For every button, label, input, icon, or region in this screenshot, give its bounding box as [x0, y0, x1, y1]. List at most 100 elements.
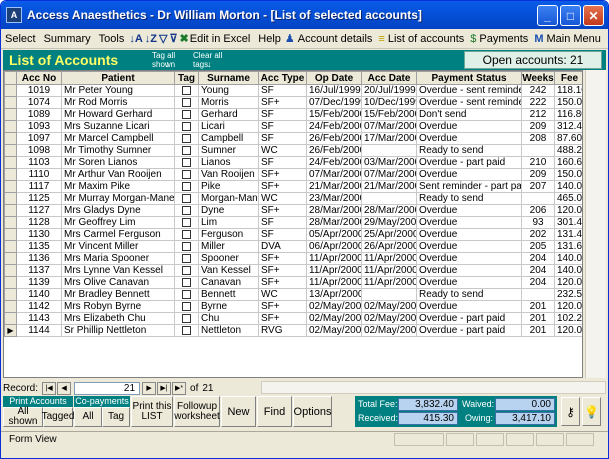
column-header[interactable]: Acc Date: [361, 71, 417, 85]
next-record-button[interactable]: ▶: [142, 381, 157, 395]
tag-cell[interactable]: [174, 252, 199, 265]
table-row[interactable]: 1098 Mr Timothy Sumner Sumner WC 26/Feb/2000…: [4, 144, 582, 157]
table-row[interactable]: 1019 Mr Peter Young Young SF 16/Jul/1999 20/J…: [4, 84, 582, 97]
accounts-table[interactable]: Acc No Patient Tag Surname Acc Type Op D…: [3, 70, 583, 378]
menu-tools[interactable]: Tools: [95, 33, 129, 45]
row-selector[interactable]: [4, 168, 17, 181]
options-button[interactable]: Options: [293, 396, 332, 427]
table-row[interactable]: 1130 Mrs Carmel Ferguson Ferguson SF 05/Apr/…: [4, 228, 582, 241]
vertical-scrollbar[interactable]: [585, 70, 606, 378]
tag-cell[interactable]: [174, 204, 199, 217]
row-selector[interactable]: [4, 252, 17, 265]
row-selector[interactable]: ▶: [4, 324, 17, 337]
row-selector[interactable]: [4, 96, 17, 109]
tag-checkbox[interactable]: [182, 85, 191, 95]
tag-checkbox[interactable]: [182, 181, 191, 191]
table-row[interactable]: 1127 Mrs Gladys Dyne Dyne SF+ 28/Mar/2000 28/…: [4, 204, 582, 217]
table-row[interactable]: 1128 Mr Geoffrey Lim Lim SF 28/Mar/2000 29/Ma…: [4, 216, 582, 229]
row-selector[interactable]: [4, 192, 17, 205]
tag-checkbox[interactable]: [182, 277, 191, 287]
sort-ascending-icon[interactable]: ↓A: [129, 31, 142, 47]
row-selector[interactable]: [4, 300, 17, 313]
row-selector[interactable]: [4, 156, 17, 169]
menu-summary[interactable]: Summary: [40, 33, 95, 45]
tag-cell[interactable]: [174, 192, 199, 205]
tag-checkbox[interactable]: [182, 109, 191, 119]
column-header[interactable]: Patient: [61, 71, 175, 85]
all-shown-button[interactable]: All shown: [3, 407, 43, 427]
column-header[interactable]: Acc Type: [258, 71, 307, 85]
followup-worksheet-button[interactable]: Followup worksheet: [174, 396, 220, 427]
table-row[interactable]: 1089 Mr Howard Gerhard Gerhard SF 15/Feb/200…: [4, 108, 582, 121]
tag-checkbox[interactable]: [182, 145, 191, 155]
excel-icon[interactable]: ✖: [180, 31, 189, 47]
tag-checkbox[interactable]: [182, 289, 191, 299]
tag-cell[interactable]: [174, 120, 199, 133]
tag-checkbox[interactable]: [182, 313, 191, 323]
tag-checkbox[interactable]: [182, 217, 191, 227]
copay-all-button[interactable]: All: [74, 407, 102, 427]
table-row[interactable]: 1140 Mr Bradley Bennett Bennett WC 13/Apr/20…: [4, 288, 582, 301]
row-selector[interactable]: [4, 276, 17, 289]
row-selector[interactable]: [4, 240, 17, 253]
current-record-field[interactable]: 21: [74, 381, 141, 395]
remove-filter-icon[interactable]: ⊽: [169, 31, 177, 47]
title-bar[interactable]: A Access Anaesthetics - Dr William Morto…: [1, 1, 608, 29]
column-header[interactable]: Fee: [554, 71, 582, 85]
minimize-button[interactable]: _: [537, 5, 558, 26]
row-selector[interactable]: [4, 120, 17, 133]
new-record-button[interactable]: ▶*: [172, 381, 187, 395]
menu-edit-in-excel[interactable]: Edit in Excel: [190, 33, 255, 45]
tag-cell[interactable]: [174, 156, 199, 169]
filter-icon[interactable]: ▽: [159, 31, 167, 47]
tag-cell[interactable]: [174, 276, 199, 289]
column-header[interactable]: Surname: [198, 71, 259, 85]
row-selector[interactable]: [4, 288, 17, 301]
table-row[interactable]: 1139 Mrs Olive Canavan Canavan SF+ 11/Apr/20…: [4, 276, 582, 289]
new-button[interactable]: New: [221, 396, 256, 427]
tag-checkbox[interactable]: [182, 229, 191, 239]
menu-help[interactable]: Help: [254, 33, 285, 45]
table-row[interactable]: 1093 Mrs Suzanne Licari Licari SF 24/Feb/200…: [4, 120, 582, 133]
menu-select[interactable]: Select: [1, 33, 40, 45]
tag-cell[interactable]: [174, 132, 199, 145]
column-header[interactable]: Weeks: [521, 71, 555, 85]
table-row[interactable]: 1110 Mr Arthur Van Rooijen Van Rooijen SF+ 0…: [4, 168, 582, 181]
row-selector[interactable]: [4, 108, 17, 121]
row-selector[interactable]: [4, 204, 17, 217]
tag-cell[interactable]: [174, 312, 199, 325]
table-row[interactable]: 1143 Mrs Elizabeth Chu Chu SF+ 02/May/2000 02…: [4, 312, 582, 325]
row-selector[interactable]: [4, 132, 17, 145]
print-list-button[interactable]: Print this LIST: [131, 396, 173, 427]
last-record-button[interactable]: ▶|: [157, 381, 172, 395]
list-of-accounts-link[interactable]: ≡ List of accounts: [378, 33, 464, 45]
copay-tag-button[interactable]: Tag: [102, 407, 130, 427]
tag-cell[interactable]: [174, 168, 199, 181]
tag-cell[interactable]: [174, 288, 199, 301]
tag-cell[interactable]: [174, 240, 199, 253]
close-button[interactable]: ✕: [583, 5, 604, 26]
tag-checkbox[interactable]: [182, 193, 191, 203]
tag-checkbox[interactable]: [182, 325, 191, 335]
tag-checkbox[interactable]: [182, 97, 191, 107]
tag-cell[interactable]: [174, 264, 199, 277]
row-selector[interactable]: [4, 84, 17, 97]
tag-checkbox[interactable]: [182, 133, 191, 143]
row-selector[interactable]: [4, 228, 17, 241]
tag-checkbox[interactable]: [182, 205, 191, 215]
tag-cell[interactable]: [174, 300, 199, 313]
table-row[interactable]: 1136 Mrs Maria Spooner Spooner SF+ 11/Apr/20…: [4, 252, 582, 265]
table-row[interactable]: 1135 Mr Vincent Miller Miller DVA 06/Apr/200…: [4, 240, 582, 253]
tag-checkbox[interactable]: [182, 265, 191, 275]
payments-link[interactable]: $ Payments: [470, 33, 528, 45]
horizontal-scrollbar[interactable]: [261, 381, 606, 394]
main-menu-link[interactable]: M Main Menu: [534, 33, 601, 45]
column-header[interactable]: Acc No: [16, 71, 62, 85]
tag-checkbox[interactable]: [182, 253, 191, 263]
sort-descending-icon[interactable]: ↓Z: [145, 31, 157, 47]
tag-checkbox[interactable]: [182, 157, 191, 167]
tag-cell[interactable]: [174, 108, 199, 121]
tag-cell[interactable]: [174, 144, 199, 157]
find-button[interactable]: Find: [257, 396, 292, 427]
account-details-link[interactable]: ♟ Account details: [285, 32, 372, 46]
